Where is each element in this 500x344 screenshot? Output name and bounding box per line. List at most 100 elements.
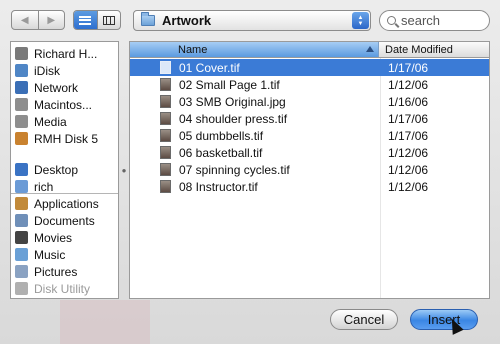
forward-button[interactable]: ▶ <box>37 11 65 29</box>
sidebar-item-devices-2[interactable]: Network <box>15 79 78 96</box>
sidebar-item-places-3[interactable]: Documents <box>15 212 95 229</box>
file-date: 1/12/06 <box>388 162 429 177</box>
file-row[interactable]: 02 Small Page 1.tif 1/12/06 <box>130 76 489 93</box>
back-arrow-icon: ◀ <box>20 14 29 26</box>
file-name: 06 basketball.tif <box>179 145 263 160</box>
nav-buttons: ◀ ▶ <box>11 10 65 30</box>
file-row[interactable]: 07 spinning cycles.tif 1/12/06 <box>130 161 489 178</box>
file-row[interactable]: 03 SMB Original.jpg 1/16/06 <box>130 93 489 110</box>
applications-icon <box>15 197 28 210</box>
file-name: 02 Small Page 1.tif <box>179 77 280 92</box>
jpg-file-icon <box>160 95 171 108</box>
sidebar-item-places-7[interactable]: Disk Utility <box>15 280 90 297</box>
background-strip <box>60 300 150 344</box>
file-date: 1/17/06 <box>388 60 429 75</box>
sidebar-item-places-4[interactable]: Movies <box>15 229 72 246</box>
file-row[interactable]: 04 shoulder press.tif 1/17/06 <box>130 110 489 127</box>
file-date: 1/17/06 <box>388 128 429 143</box>
tif-file-icon <box>160 180 171 193</box>
file-name: 08 Instructor.tif <box>179 179 258 194</box>
tif-file-icon <box>160 112 171 125</box>
tif-file-icon <box>160 163 171 176</box>
file-date: 1/17/06 <box>388 111 429 126</box>
hard-drive-icon <box>15 115 28 128</box>
sort-ascending-icon <box>366 46 374 52</box>
list-view-icon <box>79 15 92 25</box>
sidebar-item-places-5[interactable]: Music <box>15 246 65 263</box>
idisk-icon <box>15 64 28 77</box>
file-row[interactable]: 08 Instructor.tif 1/12/06 <box>130 178 489 195</box>
date-column-header[interactable]: Date Modified <box>379 42 489 57</box>
view-mode-group <box>73 10 121 30</box>
sidebar-item-label: iDisk <box>34 63 60 78</box>
sidebar-item-devices-5[interactable]: RMH Disk 5 <box>15 130 98 147</box>
tif-file-icon <box>160 78 171 91</box>
computer-icon <box>15 47 28 60</box>
file-date: 1/12/06 <box>388 179 429 194</box>
documents-icon <box>15 214 28 227</box>
sidebar-item-places-2[interactable]: Applications <box>15 195 99 212</box>
external-drive-icon <box>15 132 28 145</box>
music-icon <box>15 248 28 261</box>
desktop-icon <box>15 163 28 176</box>
movies-icon <box>15 231 28 244</box>
name-column-label: Name <box>178 43 208 56</box>
sidebar-item-label: Documents <box>34 213 95 228</box>
sidebar-item-devices-4[interactable]: Media <box>15 113 67 130</box>
list-view-button[interactable] <box>74 11 97 29</box>
search-box <box>379 10 490 31</box>
file-row[interactable]: 01 Cover.tif 1/17/06 <box>130 59 489 76</box>
sidebar-item-label: rich <box>34 179 54 194</box>
search-input[interactable] <box>401 13 481 28</box>
file-date: 1/12/06 <box>388 77 429 92</box>
sidebar-item-devices-1[interactable]: iDisk <box>15 62 60 79</box>
split-view-handle[interactable]: ● <box>119 41 129 299</box>
file-row[interactable]: 05 dumbbells.tif 1/17/06 <box>130 127 489 144</box>
tif-file-icon <box>160 61 171 74</box>
sidebar-item-label: Network <box>34 80 79 95</box>
cancel-button[interactable]: Cancel <box>330 309 398 330</box>
sidebar-item-label: Pictures <box>34 264 78 279</box>
file-date: 1/16/06 <box>388 94 429 109</box>
sidebar: Richard H... iDisk Network Macintos... Media… <box>10 41 119 299</box>
sidebar-item-label: Movies <box>34 230 73 245</box>
sidebar-item-label: Disk Utility <box>34 281 90 296</box>
file-name: 03 SMB Original.jpg <box>179 94 286 109</box>
sidebar-item-label: Applications <box>34 196 99 211</box>
sidebar-item-devices-3[interactable]: Macintos... <box>15 96 92 113</box>
back-button[interactable]: ◀ <box>12 11 38 29</box>
splitter-grip-icon: ● <box>121 165 127 175</box>
column-view-button[interactable] <box>96 11 121 29</box>
insert-button[interactable]: Insert <box>410 309 478 330</box>
tif-file-icon <box>160 129 171 142</box>
search-icon <box>387 16 396 25</box>
date-column-label: Date Modified <box>385 43 453 56</box>
sidebar-item-places-6[interactable]: Pictures <box>15 263 77 280</box>
sidebar-item-label: Music <box>34 247 66 262</box>
sidebar-item-places-1[interactable]: rich <box>15 178 53 195</box>
sidebar-item-label: Media <box>34 114 67 129</box>
sidebar-item-label: Macintos... <box>34 97 93 112</box>
file-name: 05 dumbbells.tif <box>179 128 264 143</box>
sidebar-item-label: RMH Disk 5 <box>34 131 99 146</box>
pictures-icon <box>15 265 28 278</box>
sidebar-item-devices-0[interactable]: Richard H... <box>15 45 97 62</box>
sidebar-item-label: Desktop <box>34 162 79 177</box>
sidebar-item-places-0[interactable]: Desktop <box>15 161 78 178</box>
file-list: Name Date Modified 01 Cover.tif 1/17/06 02… <box>129 41 490 299</box>
file-date: 1/12/06 <box>388 145 429 160</box>
path-popup[interactable]: Artwork ▲ ▼ <box>133 10 371 31</box>
file-row[interactable]: 06 basketball.tif 1/12/06 <box>130 144 489 161</box>
hard-drive-icon <box>15 98 28 111</box>
disk-utility-icon <box>15 282 28 295</box>
path-label: Artwork <box>162 13 212 28</box>
home-icon <box>15 180 28 193</box>
tif-file-icon <box>160 146 171 159</box>
column-header: Name Date Modified <box>130 42 489 58</box>
file-name: 01 Cover.tif <box>179 60 240 75</box>
folder-icon <box>141 12 155 26</box>
open-dialog-window: ◀ ▶ Artwork ▲▼ Richard H... iDisk Network M… <box>0 0 500 344</box>
column-view-icon <box>102 15 115 25</box>
file-name: 07 spinning cycles.tif <box>179 162 290 177</box>
name-column-header[interactable]: Name <box>130 42 379 57</box>
